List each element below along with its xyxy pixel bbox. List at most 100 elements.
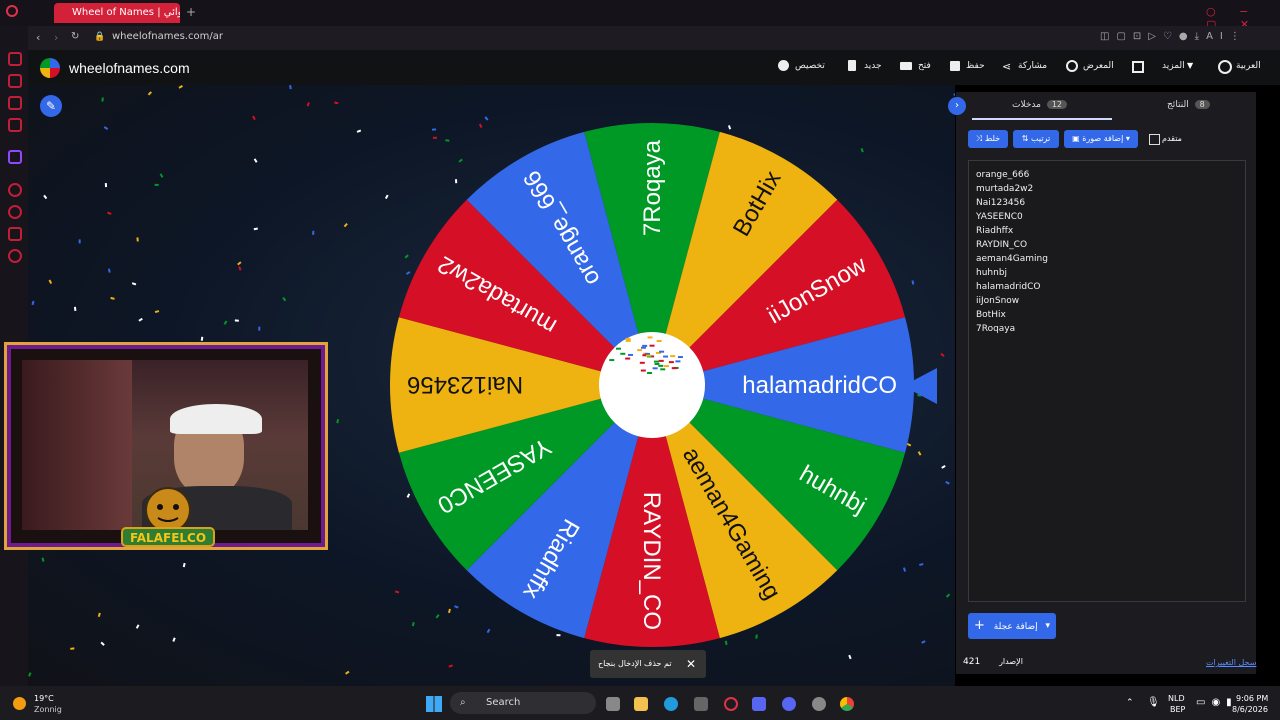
sidebar-settings-icon[interactable] [8, 249, 22, 263]
confetti-piece [101, 97, 103, 101]
entry-line[interactable]: iiJonSnow [976, 296, 1019, 306]
add-wheel-button[interactable]: + إضافة عجلة ▾ [968, 613, 1056, 639]
sidebar-extensions-icon[interactable] [8, 227, 22, 241]
fullscreen-icon[interactable] [1132, 61, 1144, 73]
entry-line[interactable]: 7Roqaya [976, 324, 1015, 334]
confetti-piece [110, 297, 114, 300]
site-name[interactable]: wheelofnames.com [69, 60, 190, 76]
tab-results[interactable]: النتائج 8 [1167, 100, 1210, 110]
entry-line[interactable]: orange_666 [976, 170, 1029, 180]
confetti-piece [921, 640, 925, 644]
entry-line[interactable]: halamadridCO [976, 282, 1041, 292]
wheel-logo-icon[interactable] [40, 58, 60, 78]
wheel-segment-label: 7Roqaya [639, 139, 666, 236]
microphone-icon[interactable]: 🎙 [1147, 697, 1160, 708]
entry-line[interactable]: BotHix [976, 310, 1006, 320]
shuffle-label: خلط [985, 134, 1000, 143]
entry-line[interactable]: YASEENC0 [976, 212, 1023, 222]
clock-time[interactable]: 9:06 PM [1236, 694, 1268, 703]
entry-line[interactable]: Riadhffx [976, 226, 1013, 236]
confetti-piece [49, 280, 53, 284]
browser-tab[interactable]: Wheel of Names | عجلة الأسماء العشوائي [54, 3, 180, 23]
confetti-piece [641, 370, 646, 372]
sidebar-music-icon[interactable] [8, 118, 22, 132]
nav-gallery[interactable]: المعرض [1083, 61, 1114, 71]
confetti-piece [155, 184, 159, 186]
confetti-piece [201, 337, 204, 341]
weather-sun-icon[interactable] [13, 697, 26, 710]
confetti-piece [626, 338, 631, 340]
tab-entries[interactable]: مدخلات 12 [1012, 100, 1067, 110]
settings-app-icon[interactable] [812, 697, 826, 711]
toast-notification: تم حذف الإدخال بنجاح ✕ [590, 650, 706, 678]
app-icon[interactable] [752, 697, 766, 711]
sidebar-games-icon[interactable] [8, 74, 22, 88]
opera-taskbar-icon[interactable] [724, 697, 738, 711]
wheel-center[interactable] [599, 332, 705, 438]
sort-button[interactable]: ⇅ ترتيب [1013, 130, 1059, 148]
entry-line[interactable]: huhnbj [976, 268, 1007, 278]
plus-icon: + [974, 618, 985, 633]
entries-textarea[interactable]: orange_666 murtada2w2 Nai123456 YASEENC0 Ria… [968, 160, 1246, 602]
shuffle-button[interactable]: ⤨ خلط [968, 130, 1008, 148]
entry-line[interactable]: aeman4Gaming [976, 254, 1048, 264]
entry-line[interactable]: Nai123456 [976, 198, 1025, 208]
confetti-piece [919, 563, 923, 566]
store-icon[interactable] [694, 697, 708, 711]
confetti-piece [657, 340, 662, 342]
confetti-piece [945, 481, 949, 485]
entry-line[interactable]: RAYDIN_CO [976, 240, 1027, 250]
back-icon[interactable]: ‹ [36, 31, 40, 44]
version-label: الإصدار [999, 657, 1023, 666]
add-image-button[interactable]: ▣ إضافة صورة ▾ [1064, 130, 1138, 148]
forward-icon[interactable]: › [54, 31, 58, 44]
edit-pencil-icon[interactable]: ✎ [40, 95, 62, 117]
confetti-piece [675, 360, 680, 362]
sidebar-aria-icon[interactable] [8, 52, 22, 66]
chevron-down-icon[interactable]: ▾ [1045, 613, 1050, 639]
keyboard-lang-1[interactable]: NLD [1168, 694, 1185, 703]
share-icon: ⋖ [1002, 60, 1011, 73]
confetti-piece [258, 327, 260, 331]
nav-language[interactable]: العربية [1236, 61, 1261, 71]
sidebar-player-icon[interactable] [8, 183, 22, 197]
search-icon [1066, 60, 1078, 72]
sidebar-twitch-icon[interactable] [8, 150, 22, 164]
nav-open[interactable]: فتح [918, 61, 931, 71]
confetti-piece [238, 266, 241, 270]
edge-icon[interactable] [664, 697, 678, 711]
nav-share[interactable]: مشاركة [1018, 61, 1047, 71]
collapse-panel-button[interactable]: › [948, 97, 966, 115]
advanced-checkbox[interactable] [1149, 134, 1160, 145]
confetti-piece [42, 557, 45, 561]
tray-chevron-icon[interactable]: ⌃ [1126, 698, 1134, 708]
url-field[interactable]: wheelofnames.com/ar [112, 31, 223, 42]
windows-start-icon[interactable] [426, 696, 442, 712]
confetti-piece [136, 237, 138, 241]
changelog-link[interactable]: سجل التغييرات [1206, 658, 1256, 667]
nav-more[interactable]: المزيد [1162, 61, 1185, 71]
confetti-piece [357, 130, 361, 133]
customize-icon [778, 60, 789, 71]
new-tab-icon[interactable]: + [186, 5, 196, 19]
nav-new[interactable]: جديد [864, 61, 882, 71]
spin-wheel[interactable]: 7Roqaya BotHixiiJonSnowhalamadridCOhuhnbj… [387, 120, 917, 650]
discord-icon[interactable] [782, 697, 796, 711]
confetti-piece [160, 173, 164, 177]
confetti-piece [954, 94, 955, 96]
version-number: 421 [963, 657, 980, 667]
sidebar-history-icon[interactable] [8, 205, 22, 219]
close-icon[interactable]: ✕ [686, 650, 696, 678]
taskbar-search[interactable]: ⌕ Search [450, 692, 596, 714]
version-info: 421 الإصدار [963, 657, 1023, 667]
opera-logo-icon[interactable] [6, 5, 18, 17]
chrome-icon[interactable] [840, 697, 854, 711]
file-explorer-icon[interactable] [634, 697, 648, 711]
nav-customize[interactable]: تخصيص [795, 61, 825, 71]
task-view-icon[interactable] [606, 697, 620, 711]
entry-line[interactable]: murtada2w2 [976, 184, 1033, 194]
browser-toolbar-icons[interactable]: ◫▢⊡▷♡●⤓AI⋮ [1100, 31, 1247, 42]
sidebar-messenger-icon[interactable] [8, 96, 22, 110]
reload-icon[interactable]: ↻ [71, 31, 79, 42]
nav-save[interactable]: حفظ [966, 61, 985, 71]
